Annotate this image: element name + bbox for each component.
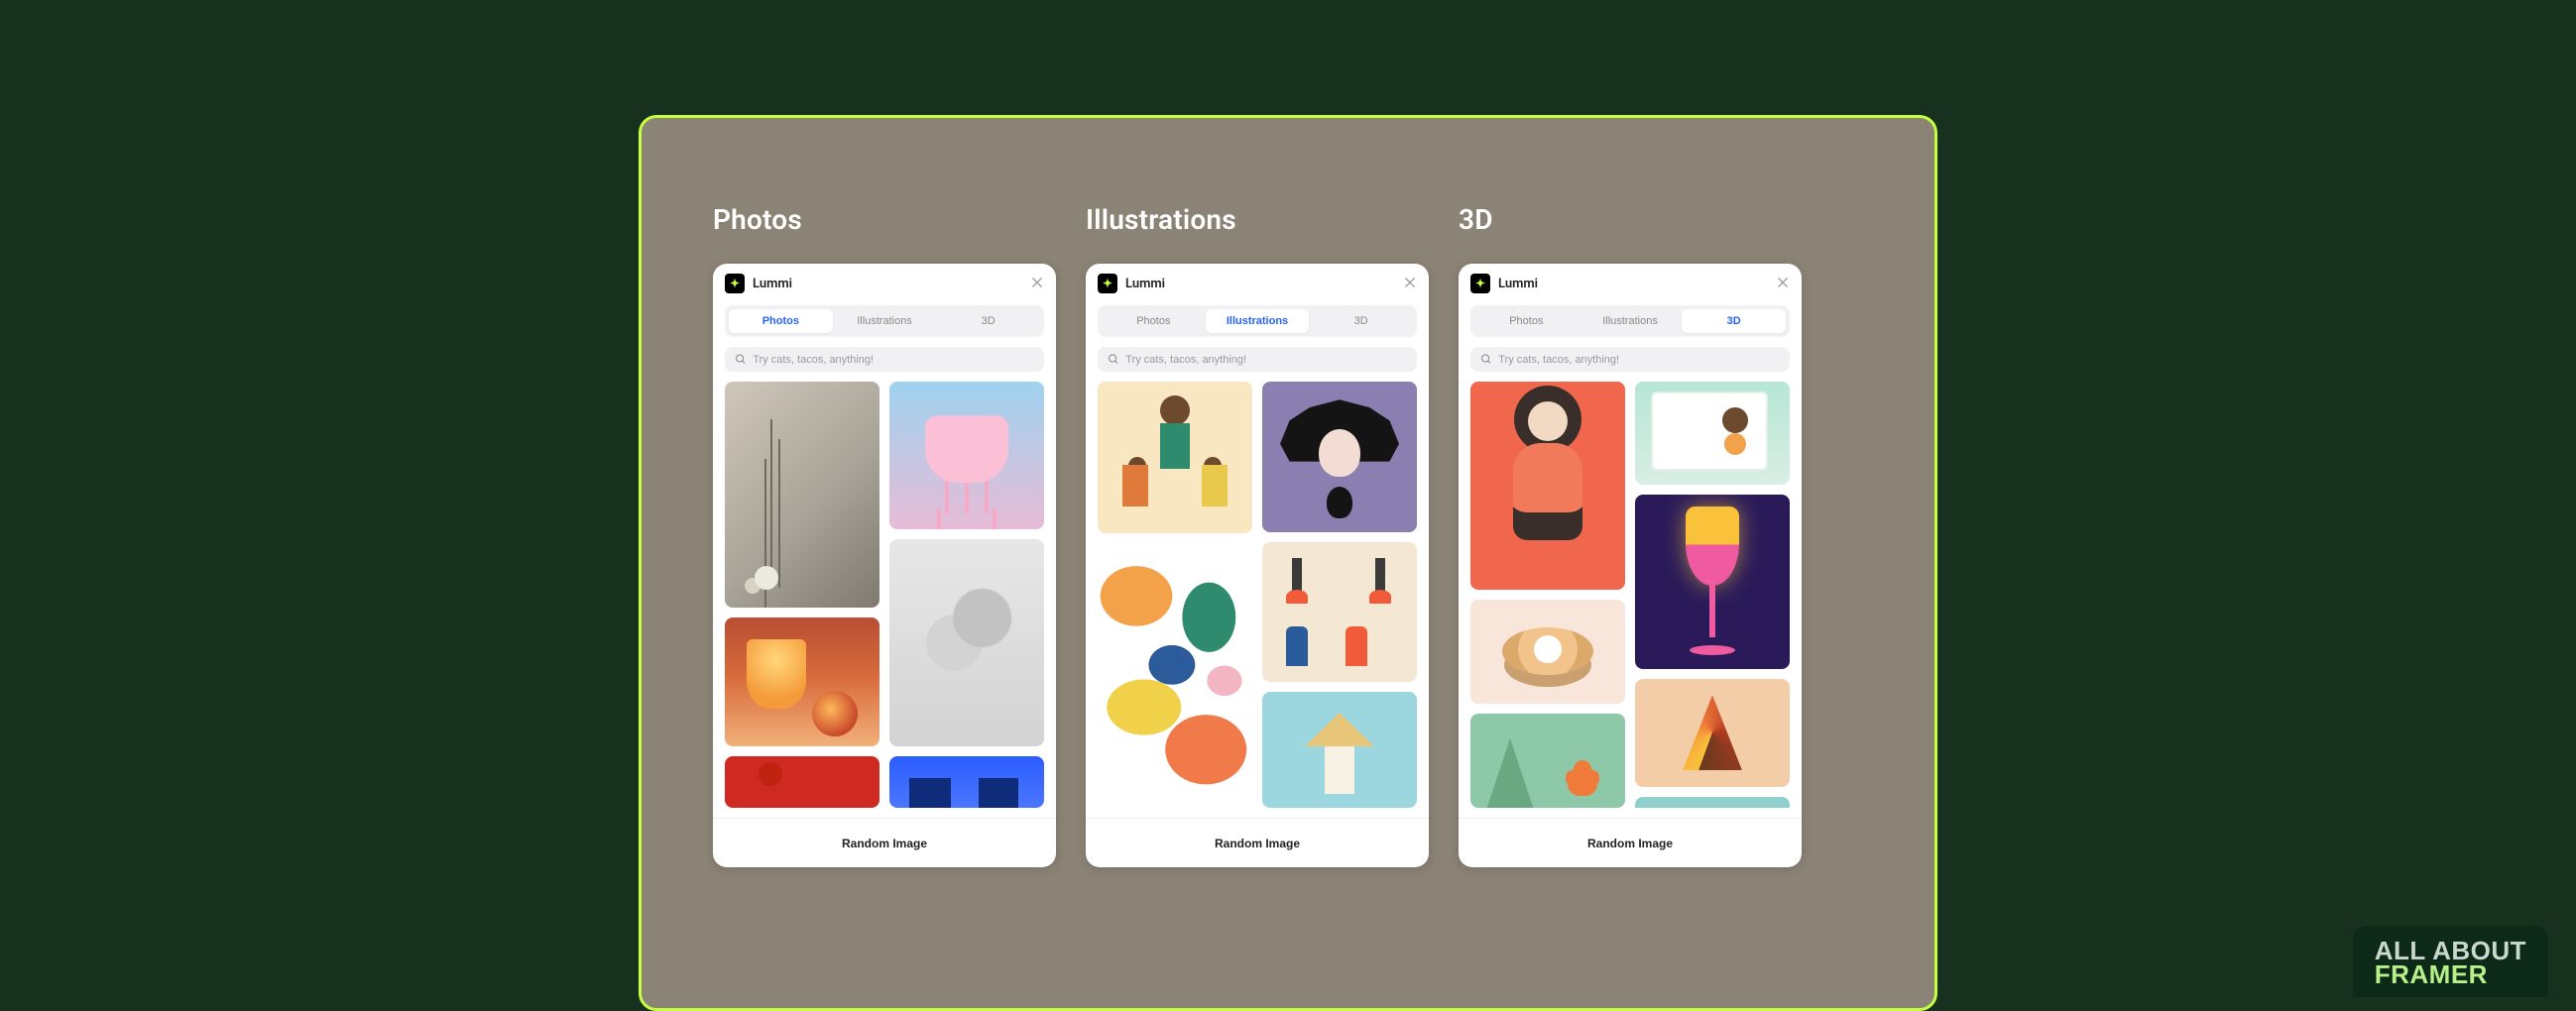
image-tile[interactable] — [1098, 543, 1252, 808]
search-field[interactable] — [1098, 347, 1417, 372]
tabs: Photos Illustrations 3D — [725, 305, 1044, 337]
close-button[interactable] — [1401, 274, 1419, 291]
panels-row: Photos ✦ Lummi Photos Illustrations 3D — [642, 118, 1934, 867]
tab-3d[interactable]: 3D — [1309, 309, 1413, 333]
plugin-card-photos: ✦ Lummi Photos Illustrations 3D — [713, 264, 1056, 867]
card-footer: Random Image — [1459, 818, 1802, 867]
image-tile[interactable] — [889, 382, 1044, 529]
lummi-logo-icon: ✦ — [1098, 274, 1117, 293]
panel-title: 3D — [1459, 203, 1802, 236]
search-input[interactable] — [1498, 354, 1780, 366]
tabs: Photos Illustrations 3D — [1470, 305, 1790, 337]
search-input[interactable] — [1125, 354, 1407, 366]
watermark-line2: FRAMER — [2375, 963, 2526, 987]
brand-label: Lummi — [753, 277, 792, 291]
plugin-card-illustrations: ✦ Lummi Photos Illustrations 3D — [1086, 264, 1429, 867]
image-tile[interactable] — [1262, 692, 1417, 808]
tab-photos[interactable]: Photos — [729, 309, 833, 333]
plugin-card-3d: ✦ Lummi Photos Illustrations 3D — [1459, 264, 1802, 867]
gallery — [713, 382, 1056, 808]
tab-illustrations[interactable]: Illustrations — [1579, 309, 1683, 333]
panel-photos: Photos ✦ Lummi Photos Illustrations 3D — [713, 203, 1056, 867]
search-field[interactable] — [1470, 347, 1790, 372]
card-header: ✦ Lummi — [1086, 264, 1429, 303]
panel-3d: 3D ✦ Lummi Photos Illustrations 3D — [1459, 203, 1802, 867]
image-tile[interactable] — [1262, 542, 1417, 682]
lummi-logo-icon: ✦ — [1470, 274, 1490, 293]
card-header: ✦ Lummi — [713, 264, 1056, 303]
search-input[interactable] — [753, 354, 1034, 366]
image-tile[interactable] — [1470, 714, 1625, 808]
close-icon — [1778, 278, 1788, 287]
tabs: Photos Illustrations 3D — [1098, 305, 1417, 337]
tab-illustrations[interactable]: Illustrations — [833, 309, 937, 333]
panel-title: Photos — [713, 203, 1056, 236]
gallery — [1459, 382, 1802, 808]
tab-3d[interactable]: 3D — [1682, 309, 1786, 333]
close-button[interactable] — [1774, 274, 1792, 291]
image-tile[interactable] — [1635, 495, 1790, 669]
image-tile[interactable] — [725, 756, 879, 808]
image-tile[interactable] — [1262, 382, 1417, 532]
card-footer: Random Image — [713, 818, 1056, 867]
search-field[interactable] — [725, 347, 1044, 372]
gallery — [1086, 382, 1429, 808]
card-footer: Random Image — [1086, 818, 1429, 867]
search-icon — [1480, 353, 1492, 366]
brand-label: Lummi — [1125, 277, 1165, 291]
search-icon — [1108, 353, 1119, 366]
random-image-button[interactable]: Random Image — [842, 837, 927, 850]
watermark-badge: ALL ABOUT FRAMER — [2353, 926, 2548, 997]
brand-label: Lummi — [1498, 277, 1538, 291]
image-tile[interactable] — [1470, 600, 1625, 704]
image-tile[interactable] — [1635, 382, 1790, 485]
tab-illustrations[interactable]: Illustrations — [1206, 309, 1310, 333]
search-icon — [735, 353, 747, 366]
image-tile[interactable] — [889, 756, 1044, 808]
tab-3d[interactable]: 3D — [936, 309, 1040, 333]
image-tile[interactable] — [1098, 382, 1252, 533]
image-tile[interactable] — [725, 618, 879, 746]
image-tile[interactable] — [889, 539, 1044, 746]
panel-illustrations: Illustrations ✦ Lummi Photos Illustratio… — [1086, 203, 1429, 867]
lummi-logo-icon: ✦ — [725, 274, 745, 293]
image-tile[interactable] — [1635, 679, 1790, 787]
showcase-frame: Photos ✦ Lummi Photos Illustrations 3D — [639, 115, 1937, 1011]
card-header: ✦ Lummi — [1459, 264, 1802, 303]
random-image-button[interactable]: Random Image — [1215, 837, 1300, 850]
image-tile[interactable] — [1635, 797, 1790, 808]
image-tile[interactable] — [1470, 382, 1625, 590]
panel-title: Illustrations — [1086, 203, 1429, 236]
close-icon — [1032, 278, 1042, 287]
random-image-button[interactable]: Random Image — [1587, 837, 1673, 850]
close-icon — [1405, 278, 1415, 287]
tab-photos[interactable]: Photos — [1102, 309, 1206, 333]
close-button[interactable] — [1028, 274, 1046, 291]
image-tile[interactable] — [725, 382, 879, 608]
tab-photos[interactable]: Photos — [1474, 309, 1579, 333]
